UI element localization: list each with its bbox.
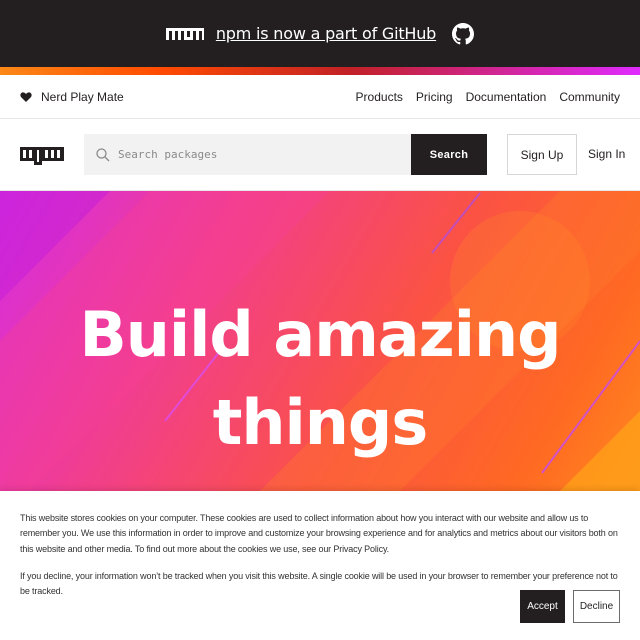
heart-icon: [20, 91, 32, 102]
nav-pricing[interactable]: Pricing: [416, 90, 453, 104]
search-button[interactable]: Search: [411, 134, 487, 175]
npm-logo[interactable]: [20, 147, 64, 165]
cookie-text: This website stores cookies on your comp…: [20, 513, 618, 554]
hero-title: Build amazing things: [0, 291, 640, 467]
gradient-strip: [0, 67, 640, 75]
search-box: [84, 134, 411, 175]
nav-links: Products Pricing Documentation Community: [356, 90, 620, 104]
search-header: Search Sign Up Sign In: [0, 119, 640, 191]
hero-banner: Build amazing things: [0, 191, 640, 491]
cookie-consent-banner: This website stores cookies on your comp…: [0, 491, 640, 640]
github-announcement-link[interactable]: npm is now a part of GitHub: [216, 24, 436, 43]
sign-in-link[interactable]: Sign In: [588, 147, 625, 161]
hero-title-line2: things: [212, 386, 428, 459]
github-banner: npm is now a part of GitHub: [0, 0, 640, 67]
search-input[interactable]: [118, 148, 398, 161]
search-icon: [96, 147, 110, 161]
nav-community[interactable]: Community: [559, 90, 620, 104]
nav-documentation[interactable]: Documentation: [466, 90, 547, 104]
accept-button[interactable]: Accept: [520, 590, 565, 623]
decline-button[interactable]: Decline: [573, 590, 620, 623]
github-icon[interactable]: [452, 22, 475, 45]
nerd-play-mate-tagline[interactable]: Nerd Play Mate: [41, 90, 124, 104]
npm-logo-icon: [165, 27, 204, 42]
secondary-nav: Nerd Play Mate Products Pricing Document…: [0, 75, 640, 119]
hero-title-line1: Build amazing: [79, 298, 561, 371]
sign-up-button[interactable]: Sign Up: [507, 134, 577, 175]
nav-products[interactable]: Products: [356, 90, 403, 104]
